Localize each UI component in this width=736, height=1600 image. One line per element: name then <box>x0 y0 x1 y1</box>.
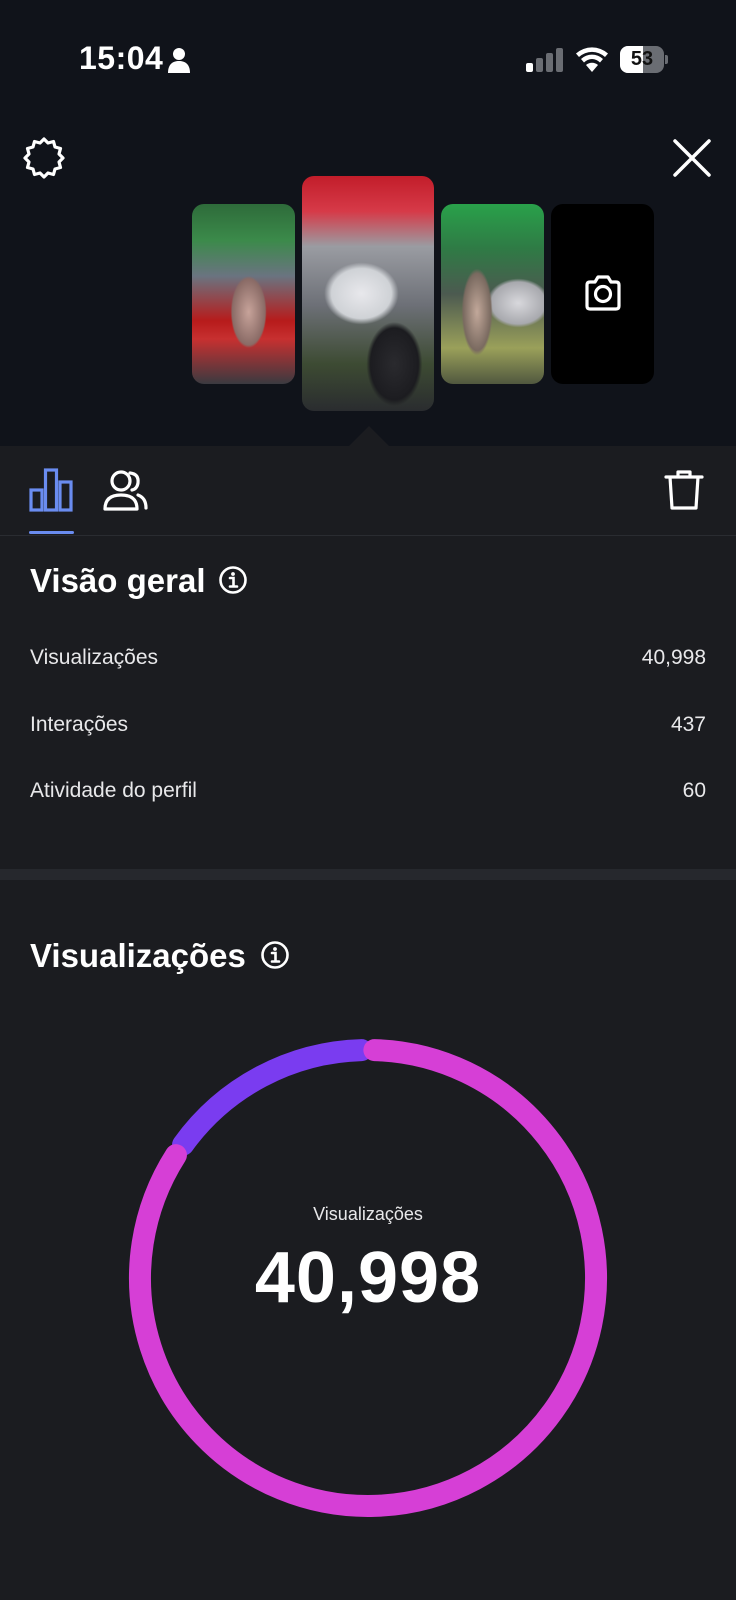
insights-chart-icon[interactable] <box>28 466 74 514</box>
story-thumbnail-3[interactable] <box>441 204 544 384</box>
person-icon <box>168 48 190 73</box>
metric-label: Interações <box>30 713 129 736</box>
battery-indicator: 53 <box>620 46 668 73</box>
metric-row-views: Visualizações 40,998 <box>30 638 706 678</box>
donut-center-value: 40,998 <box>254 1238 482 1318</box>
status-bar: 15:04 53 <box>0 0 736 120</box>
views-info-icon[interactable] <box>260 940 290 970</box>
status-time: 15:04 <box>79 40 164 76</box>
metric-row-profile-activity: Atividade do perfil 60 <box>30 771 706 811</box>
add-story-button[interactable] <box>551 204 654 384</box>
metric-label: Atividade do perfil <box>30 779 197 802</box>
story-header-area: 15:04 53 <box>0 0 736 446</box>
metric-value: 60 <box>682 779 706 802</box>
donut-segment-1 <box>172 1039 373 1156</box>
metric-row-interactions: Interações 437 <box>30 705 706 745</box>
cellular-signal-icon <box>526 48 563 72</box>
overview-info-icon[interactable] <box>218 565 248 595</box>
insights-tab-bar <box>0 446 736 536</box>
close-icon[interactable] <box>670 136 714 180</box>
story-thumbnails <box>0 176 736 416</box>
active-tab-indicator <box>29 531 74 534</box>
donut-center-label: Visualizações <box>313 1204 423 1224</box>
battery-percentage: 53 <box>630 48 654 70</box>
story-thumbnail-1[interactable] <box>192 204 295 384</box>
views-title: Visualizações <box>30 937 246 974</box>
wifi-icon <box>576 47 608 72</box>
section-divider <box>0 869 736 880</box>
trash-icon[interactable] <box>664 468 704 512</box>
viewers-people-icon[interactable] <box>102 468 148 512</box>
overview-title: Visão geral <box>30 562 206 599</box>
metric-value: 437 <box>670 713 706 736</box>
camera-icon <box>585 275 621 311</box>
story-thumbnail-selected[interactable] <box>302 176 434 411</box>
settings-gear-icon[interactable] <box>22 136 66 180</box>
metric-value: 40,998 <box>641 646 706 669</box>
selected-thumbnail-pointer <box>349 426 389 446</box>
metric-label: Visualizações <box>30 646 159 669</box>
